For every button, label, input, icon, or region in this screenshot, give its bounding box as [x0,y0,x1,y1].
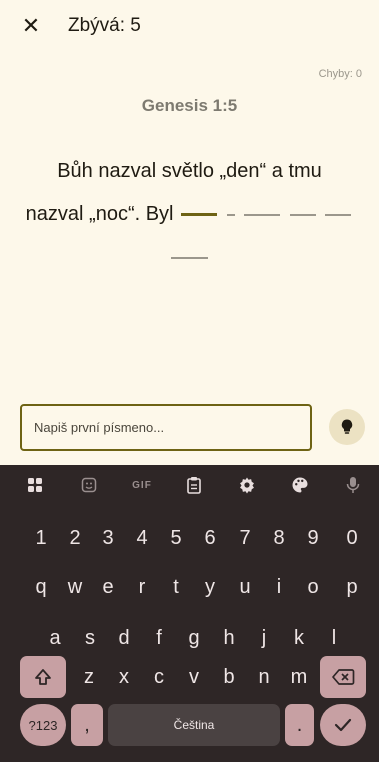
key-o[interactable]: o [302,566,324,608]
key-i[interactable]: i [268,566,290,608]
key-5[interactable]: 5 [165,517,187,559]
space-key[interactable]: Čeština [108,704,280,746]
key-9[interactable]: 9 [302,517,324,559]
key-2[interactable]: 2 [64,517,86,559]
key-z[interactable]: z [75,656,103,698]
key-a[interactable]: a [40,617,70,659]
first-letter-input[interactable] [20,404,312,451]
key-j[interactable]: j [250,617,278,659]
key-7[interactable]: 7 [234,517,256,559]
gif-icon[interactable]: GIF [130,475,154,495]
key-k[interactable]: k [285,617,313,659]
enter-key[interactable] [320,704,366,746]
key-l[interactable]: l [320,617,348,659]
key-w[interactable]: w [61,566,89,608]
key-c[interactable]: c [145,656,173,698]
keyboard-toolbar: GIF [0,465,379,505]
word-blank-active [181,213,218,217]
key-f[interactable]: f [145,617,173,659]
hint-button[interactable] [329,409,365,445]
errors-counter: Chyby: 0 [318,68,362,80]
key-n[interactable]: n [250,656,278,698]
key-u[interactable]: u [234,566,256,608]
key-x[interactable]: x [110,656,138,698]
verse-line-3 [20,236,359,279]
period-key[interactable]: . [285,704,314,746]
key-6[interactable]: 6 [199,517,221,559]
key-s[interactable]: s [76,617,104,659]
comma-key[interactable]: , [71,704,103,746]
mic-icon[interactable] [343,475,363,495]
key-m[interactable]: m [285,656,313,698]
key-y[interactable]: y [199,566,221,608]
sticker-icon[interactable] [79,475,99,495]
key-3[interactable]: 3 [97,517,119,559]
checkmark-icon [334,718,352,732]
word-blank [289,213,316,216]
word-blank [171,256,208,259]
backspace-icon [332,669,355,685]
key-q[interactable]: q [30,566,52,608]
close-icon[interactable]: ✕ [18,14,44,40]
shift-key[interactable] [20,656,66,698]
key-p[interactable]: p [338,566,366,608]
apps-icon[interactable] [25,475,45,495]
verse-text: Bůh nazval světlo „den“ a tmu nazval „no… [20,150,359,279]
key-h[interactable]: h [215,617,243,659]
settings-icon[interactable] [237,475,257,495]
key-e[interactable]: e [97,566,119,608]
verse-reference: Genesis 1:5 [141,96,238,115]
word-blank [244,213,281,216]
key-d[interactable]: d [110,617,138,659]
shift-icon [35,669,51,685]
verse-line-2: nazval „noc“. Byl [20,193,359,236]
top-bar: ✕ Zbývá: 5 [0,0,379,56]
verse-line-2-text: nazval „noc“. Byl [25,203,174,225]
palette-icon[interactable] [290,475,310,495]
key-g[interactable]: g [180,617,208,659]
word-blank [325,213,352,216]
key-r[interactable]: r [131,566,153,608]
key-0[interactable]: 0 [338,517,366,559]
clipboard-icon[interactable] [184,475,204,495]
backspace-key[interactable] [320,656,366,698]
key-4[interactable]: 4 [131,517,153,559]
key-8[interactable]: 8 [268,517,290,559]
key-v[interactable]: v [180,656,208,698]
verse-line-1: Bůh nazval světlo „den“ a tmu [57,160,322,182]
key-1[interactable]: 1 [30,517,52,559]
key-b[interactable]: b [215,656,243,698]
key-t[interactable]: t [165,566,187,608]
keyboard: GIF 1 2 3 4 5 6 7 8 9 0 q w e r t y u i … [0,465,379,762]
lightbulb-icon [341,419,353,434]
remaining-counter: Zbývá: 5 [68,15,141,36]
word-blank [226,213,235,216]
symbols-key[interactable]: ?123 [20,704,66,746]
